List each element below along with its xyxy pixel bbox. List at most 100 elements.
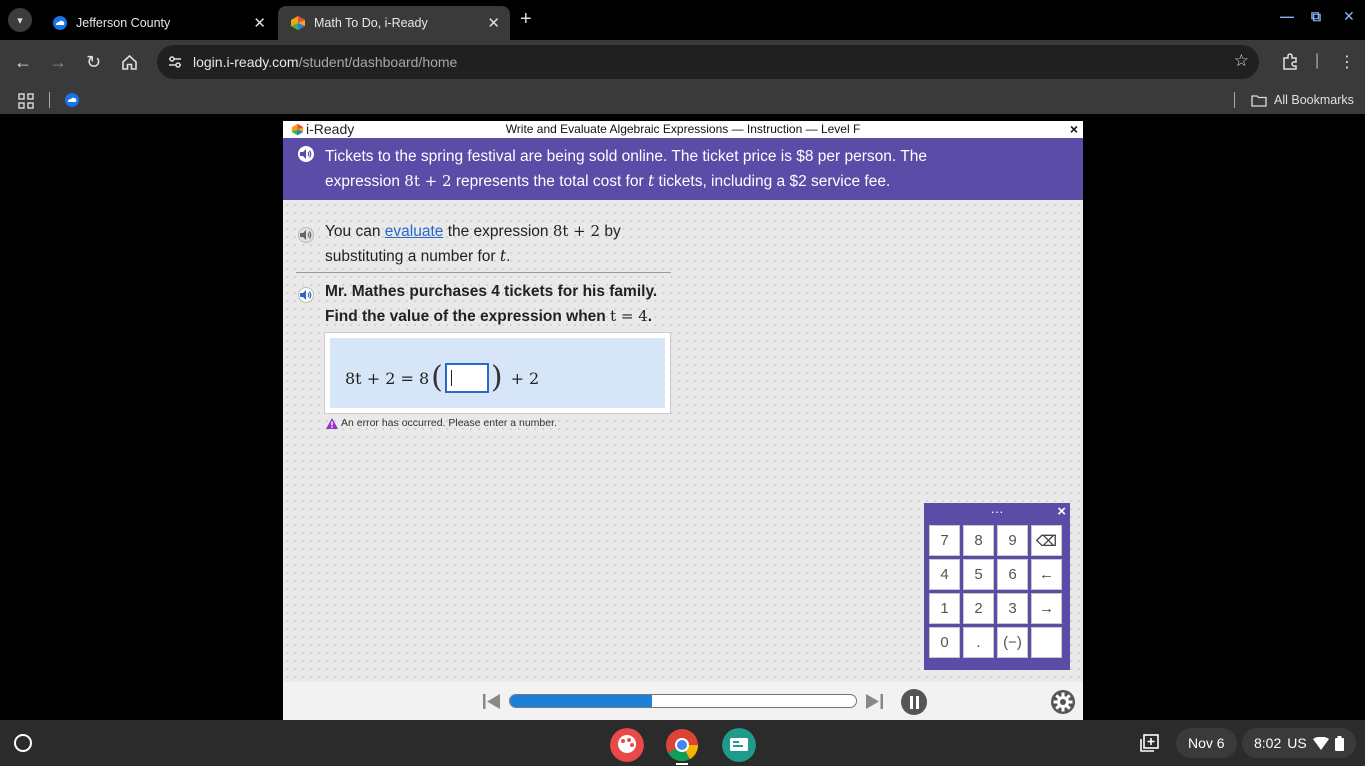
open-paren: ( — [431, 360, 443, 395]
keypad-key[interactable]: . — [963, 627, 994, 658]
section-divider — [296, 272, 671, 273]
tab-math-to-do[interactable]: Math To Do, i-Ready ✕ — [278, 6, 510, 40]
date-pill[interactable]: Nov 6 — [1176, 728, 1237, 758]
clipboard-history-icon[interactable] — [1140, 734, 1160, 752]
back-icon[interactable]: ← — [14, 52, 32, 73]
url-text: login.i-ready.com/student/dashboard/home — [193, 54, 458, 70]
answer-input[interactable] — [444, 363, 489, 393]
address-bar[interactable]: login.i-ready.com/student/dashboard/home… — [157, 45, 1259, 79]
text-caret — [450, 370, 452, 386]
paint-app-icon[interactable] — [610, 728, 644, 762]
chrome-app-icon[interactable] — [665, 728, 699, 762]
iready-lesson: i-Ready Write and Evaluate Algebraic Exp… — [283, 121, 1083, 720]
minimize-icon[interactable]: — — [1280, 8, 1294, 24]
forward-icon[interactable]: → — [49, 52, 67, 73]
lesson-title: Write and Evaluate Algebraic Expressions… — [505, 122, 861, 136]
number-keypad: ··· × 7 8 9 ⌫ 4 5 6 ← 1 2 3 → 0. (−) — [924, 503, 1070, 670]
tab-title: Math To Do, i-Ready — [314, 16, 428, 30]
keypad-key[interactable]: 5 — [963, 559, 994, 590]
all-bookmarks-button[interactable]: All Bookmarks — [1251, 93, 1354, 107]
close-paren: ) — [490, 360, 503, 395]
toolbar-separator: | — [1315, 52, 1320, 69]
lesson-header: i-Ready Write and Evaluate Algebraic Exp… — [283, 121, 1083, 138]
folder-icon — [1251, 94, 1267, 107]
hint-speaker-icon[interactable] — [298, 227, 314, 243]
pause-button[interactable] — [901, 689, 927, 715]
tab-close-icon[interactable]: ✕ — [487, 14, 500, 32]
question-line-1: Mr. Mathes purchases 4 tickets for his f… — [325, 283, 658, 300]
keypad-key[interactable]: 6 — [997, 559, 1028, 590]
restore-icon[interactable]: ⧉ — [1311, 8, 1321, 25]
classroom-app-icon[interactable] — [722, 728, 756, 762]
keypad-key[interactable]: ⌫ — [1031, 525, 1062, 556]
browser-toolbar: ← → ↻ login.i-ready.com/student/dashboar… — [0, 40, 1365, 86]
keypad-key[interactable]: (−) — [997, 627, 1028, 658]
apps-grid-icon[interactable] — [18, 93, 34, 109]
keypad-drag-handle[interactable]: ··· — [924, 504, 1070, 519]
time-text: 8:02 — [1254, 735, 1282, 751]
equation: 8t + 2 = 8 ( ) + 2 — [345, 363, 539, 393]
prompt-text: Tickets to the spring festival are being… — [325, 145, 1025, 194]
bookmark-star-icon[interactable]: ☆ — [1234, 51, 1249, 71]
keypad-close-button[interactable]: × — [1057, 503, 1066, 520]
status-tray[interactable]: 8:02 US — [1242, 728, 1356, 758]
skip-forward-icon[interactable] — [866, 694, 883, 709]
close-window-icon[interactable]: ✕ — [1343, 8, 1355, 25]
keypad-key[interactable]: 2 — [963, 593, 994, 624]
keypad-key[interactable]: 0 — [929, 627, 960, 658]
date-text: Nov 6 — [1188, 735, 1225, 751]
answer-box: 8t + 2 = 8 ( ) + 2 — [324, 332, 671, 414]
page-content: i-Ready Write and Evaluate Algebraic Exp… — [0, 114, 1365, 720]
lesson-progress-bar[interactable] — [509, 694, 857, 708]
question-text: Mr. Mathes purchases 4 tickets for his f… — [325, 280, 657, 329]
keypad-key[interactable]: 1 — [929, 593, 960, 624]
prompt-band: Tickets to the spring festival are being… — [283, 138, 1083, 200]
keypad-key[interactable] — [1031, 627, 1062, 658]
progress-fill — [510, 695, 652, 707]
keypad-key[interactable]: 8 — [963, 525, 994, 556]
hint-line-2: substituting a number for t. — [325, 247, 511, 265]
tab-jefferson-county[interactable]: Jefferson County ✕ — [40, 6, 276, 40]
bookmarks-separator — [1234, 92, 1235, 108]
tab-title: Jefferson County — [76, 16, 171, 30]
tab-close-icon[interactable]: ✕ — [253, 14, 266, 32]
bookmarks-bar: All Bookmarks — [0, 86, 1365, 114]
error-text: An error has occurred. Please enter a nu… — [341, 417, 557, 429]
settings-gear-icon[interactable] — [1050, 689, 1076, 715]
skip-back-icon[interactable] — [483, 694, 500, 709]
extensions-icon[interactable] — [1281, 53, 1299, 71]
player-controls — [283, 682, 1083, 720]
site-info-icon[interactable] — [167, 54, 183, 70]
prompt-line-2: expression 8t + 2 represents the total c… — [325, 172, 891, 190]
battery-icon — [1334, 735, 1344, 751]
question-line-2: Find the value of the expression when t … — [325, 307, 653, 325]
equation-right: + 2 — [510, 368, 540, 388]
prompt-line-1: Tickets to the spring festival are being… — [325, 148, 927, 165]
keypad-key[interactable]: 7 — [929, 525, 960, 556]
keypad-key[interactable]: ← — [1031, 559, 1062, 590]
keypad-key[interactable]: → — [1031, 593, 1062, 624]
hint-line-1: You can evaluate the expression 8t + 2 b… — [325, 222, 621, 240]
kebab-menu-icon[interactable]: ⋮ — [1339, 52, 1355, 72]
prompt-speaker-icon[interactable] — [298, 146, 314, 162]
lesson-close-button[interactable]: × — [1070, 121, 1078, 137]
warning-icon — [326, 417, 338, 429]
keypad-key[interactable]: 4 — [929, 559, 960, 590]
new-tab-icon[interactable]: + — [520, 8, 532, 31]
tab-search-chevron-icon[interactable]: ▾ — [8, 8, 32, 32]
reload-icon[interactable]: ↻ — [86, 52, 101, 73]
iready-favicon-icon — [291, 16, 305, 30]
evaluate-link[interactable]: evaluate — [385, 223, 444, 240]
keypad-key[interactable]: 9 — [997, 525, 1028, 556]
keypad-grid: 7 8 9 ⌫ 4 5 6 ← 1 2 3 → 0. (−) — [929, 525, 1062, 658]
hint-text: You can evaluate the expression 8t + 2 b… — [325, 219, 621, 269]
home-icon[interactable] — [121, 54, 138, 71]
launcher-icon[interactable] — [14, 734, 32, 752]
question-speaker-icon[interactable] — [298, 287, 314, 303]
wifi-icon — [1312, 736, 1329, 750]
keypad-key[interactable]: 3 — [997, 593, 1028, 624]
tab-strip: ▾ Jefferson County ✕ Math To Do, i-Ready… — [0, 0, 1365, 40]
all-bookmarks-label: All Bookmarks — [1274, 93, 1354, 107]
cloud-bookmark-icon[interactable] — [64, 92, 80, 108]
bookmarks-separator — [49, 92, 50, 108]
